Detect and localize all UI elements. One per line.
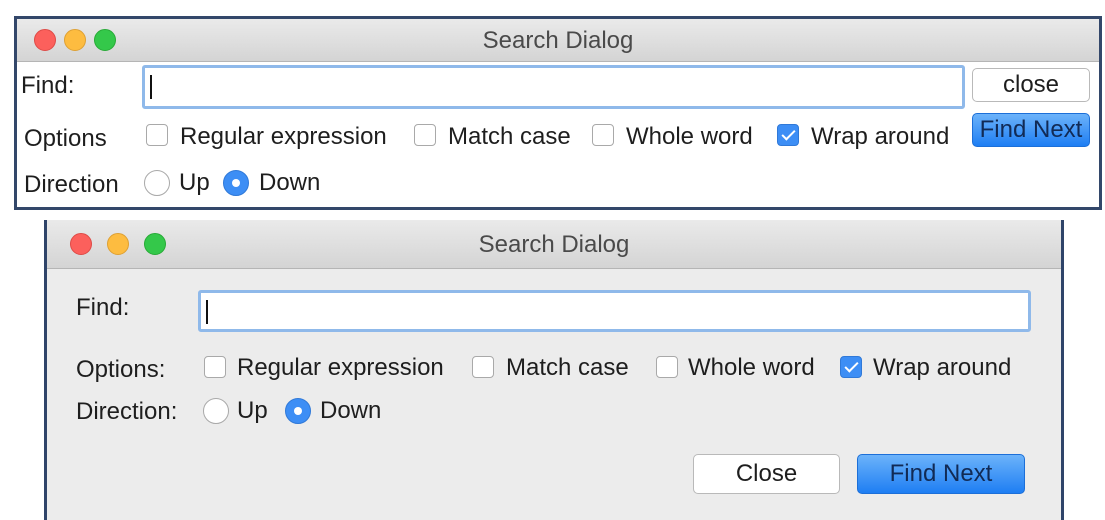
regex-checkbox[interactable]	[204, 356, 226, 378]
match-case-checkbox[interactable]	[414, 124, 436, 146]
text-caret	[206, 300, 208, 324]
wrap-around-checkbox[interactable]	[840, 356, 862, 378]
direction-up-label: Up	[179, 169, 210, 196]
options-label: Options	[24, 125, 107, 152]
window-title: Search Dialog	[482, 27, 634, 54]
window-title: Search Dialog	[478, 231, 630, 258]
match-case-label: Match case	[448, 123, 571, 150]
title-bar: Search Dialog	[17, 19, 1099, 62]
find-next-button[interactable]: Find Next	[972, 113, 1090, 147]
direction-up-radio[interactable]	[144, 170, 170, 196]
close-button[interactable]: Close	[693, 454, 840, 494]
find-input[interactable]	[142, 65, 965, 109]
regex-checkbox[interactable]	[146, 124, 168, 146]
direction-down-radio[interactable]	[285, 398, 311, 424]
whole-word-checkbox[interactable]	[592, 124, 614, 146]
find-label: Find:	[21, 72, 75, 99]
direction-up-label: Up	[237, 397, 268, 424]
match-case-checkbox[interactable]	[472, 356, 494, 378]
direction-down-label: Down	[320, 397, 382, 424]
direction-label: Direction	[24, 171, 119, 198]
whole-word-label: Whole word	[626, 123, 753, 150]
find-next-button[interactable]: Find Next	[857, 454, 1025, 494]
text-caret	[150, 75, 152, 99]
regex-label: Regular expression	[180, 123, 387, 150]
wrap-around-checkbox[interactable]	[777, 124, 799, 146]
wrap-around-label: Wrap around	[811, 123, 950, 150]
direction-up-radio[interactable]	[203, 398, 229, 424]
search-dialog-bottom: Search Dialog Find: Options: Regular exp…	[44, 220, 1064, 520]
find-input[interactable]	[198, 290, 1031, 332]
title-bar: Search Dialog	[47, 220, 1061, 269]
close-button[interactable]: close	[972, 68, 1090, 102]
whole-word-checkbox[interactable]	[656, 356, 678, 378]
whole-word-label: Whole word	[688, 354, 815, 381]
direction-down-radio[interactable]	[223, 170, 249, 196]
match-case-label: Match case	[506, 354, 629, 381]
direction-label: Direction:	[76, 398, 178, 425]
wrap-around-label: Wrap around	[873, 354, 1012, 381]
options-label: Options:	[76, 356, 166, 383]
find-label: Find:	[76, 294, 130, 321]
search-dialog-top: Search Dialog Find: close Options Regula…	[14, 16, 1102, 210]
regex-label: Regular expression	[237, 354, 444, 381]
direction-down-label: Down	[259, 169, 321, 196]
